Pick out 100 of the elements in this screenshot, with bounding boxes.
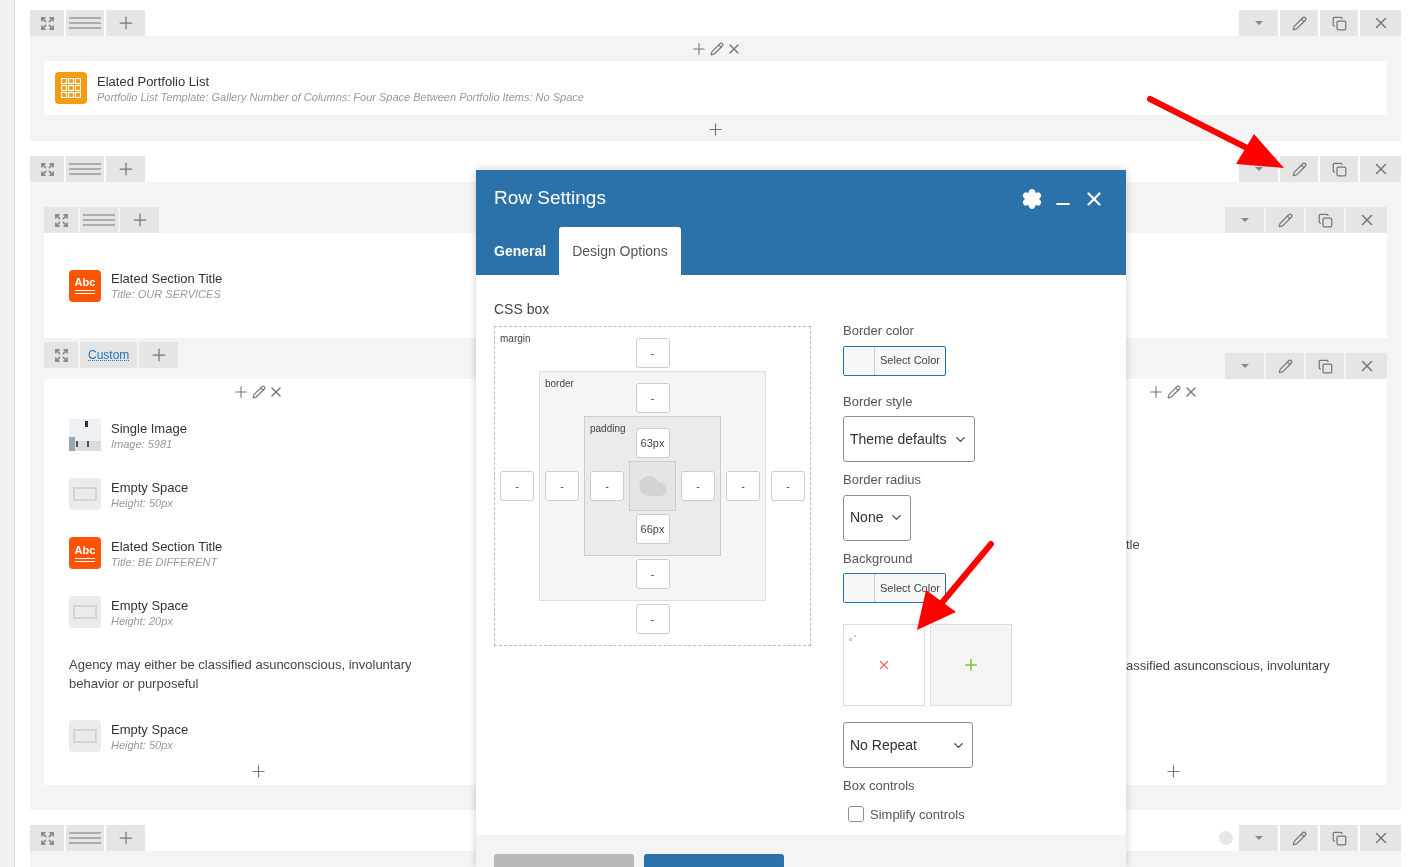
remove-icon[interactable] — [877, 658, 891, 672]
input-field[interactable]: - — [635, 338, 670, 368]
copy-icon — [1317, 358, 1333, 374]
field-label: Border color — [843, 322, 915, 340]
input-field[interactable]: 63px — [635, 428, 670, 458]
caret-icon — [1254, 836, 1263, 840]
expand-button[interactable] — [44, 342, 78, 368]
input-field[interactable]: - — [635, 559, 670, 589]
edit-button[interactable] — [1266, 207, 1304, 233]
add-button[interactable] — [120, 207, 159, 233]
element-subtitle: Title: OUR SERVICES — [111, 287, 222, 301]
copy-icon — [1331, 161, 1347, 177]
drag-button[interactable] — [66, 825, 104, 851]
expand-button[interactable] — [30, 10, 64, 36]
caret-icon — [1240, 364, 1249, 368]
add-icon[interactable] — [232, 383, 250, 401]
expand-button[interactable] — [30, 156, 64, 182]
caret-icon — [1240, 218, 1249, 222]
delete-button[interactable] — [1360, 10, 1401, 36]
settings-icon[interactable] — [1021, 187, 1043, 210]
edit-icon[interactable] — [1167, 385, 1181, 399]
add-button[interactable] — [139, 342, 179, 368]
delete-button[interactable] — [1346, 207, 1387, 233]
element-title: Elated Section Title — [111, 270, 223, 287]
element-title: Single Image — [111, 419, 187, 437]
drag-button[interactable] — [80, 207, 118, 233]
drag-handle-icon — [69, 17, 101, 29]
color-picker-button[interactable]: Select Color — [843, 573, 946, 603]
element-text: assified asunconscious, involuntary — [1126, 656, 1331, 675]
caret-icon — [1254, 21, 1263, 25]
element-subtitle: Height: 50px — [111, 495, 174, 510]
add-button[interactable] — [106, 825, 145, 851]
field-label: Border style — [843, 392, 914, 411]
title-badge-icon: Abc — [69, 269, 101, 302]
box-label: margin — [500, 332, 531, 346]
element-title: Elated Portfolio List — [97, 72, 210, 90]
select-dropdown[interactable]: None — [843, 494, 912, 541]
box-label: padding — [590, 422, 626, 436]
clone-button[interactable] — [1320, 10, 1358, 36]
add-icon[interactable] — [1147, 383, 1165, 401]
clone-button[interactable] — [1320, 156, 1358, 182]
add-icon[interactable] — [706, 120, 725, 139]
add-button[interactable] — [106, 156, 145, 182]
dots-icon — [849, 635, 857, 641]
copy-icon — [1331, 830, 1347, 846]
edit-button[interactable] — [1280, 825, 1318, 851]
drag-button[interactable] — [66, 156, 104, 182]
select-dropdown[interactable]: Theme defaults — [843, 416, 975, 462]
drag-handle-icon — [69, 832, 101, 844]
input-field[interactable]: - — [726, 471, 760, 501]
expand-button[interactable] — [30, 825, 64, 851]
color-picker-button[interactable]: Select Color — [843, 345, 946, 376]
pencil-icon — [1291, 15, 1307, 31]
input-field[interactable]: - — [681, 471, 715, 501]
copy-icon — [1331, 15, 1347, 31]
expand-icon — [53, 347, 69, 363]
section-heading: CSS box — [494, 300, 551, 319]
add-button[interactable] — [106, 10, 145, 36]
tab[interactable]: Design Options — [559, 227, 681, 275]
select-dropdown[interactable]: No Repeat — [843, 722, 973, 768]
edit-icon[interactable] — [709, 42, 724, 56]
expand-button[interactable] — [44, 207, 78, 233]
element-text: tle — [1126, 536, 1141, 554]
tab[interactable]: General — [494, 227, 560, 275]
input-field[interactable]: 66px — [635, 514, 670, 544]
element-subtitle: Height: 50px — [111, 737, 174, 752]
delete-button[interactable] — [1360, 156, 1401, 182]
drag-button[interactable] — [66, 10, 104, 36]
clone-button[interactable] — [1306, 353, 1344, 379]
edit-button[interactable] — [1280, 10, 1318, 36]
input-field[interactable]: - — [590, 471, 624, 501]
box-label: border — [545, 377, 574, 391]
clone-button[interactable] — [1320, 825, 1358, 851]
input-field[interactable]: - — [635, 604, 670, 634]
expand-icon — [39, 161, 55, 177]
element-title: Elated Section Title — [111, 537, 223, 555]
empty-space-icon — [69, 478, 101, 510]
image-tile[interactable] — [843, 624, 925, 706]
element-subtitle: Portfolio List Template: Gallery Number of Columns: Four Space Between Portfolio Items: No Space — [97, 89, 584, 104]
expand-icon — [39, 830, 55, 846]
layout-link[interactable]: Custom — [80, 342, 138, 368]
edit-button[interactable] — [1280, 156, 1318, 182]
description-text: Agency may either be classified asunconscious, involuntary behavior or purposeful — [69, 656, 413, 693]
expand-icon — [53, 212, 69, 228]
edit-button[interactable] — [1266, 353, 1304, 379]
clone-button[interactable] — [1306, 207, 1344, 233]
input-field[interactable]: - — [771, 471, 805, 501]
pencil-icon — [1291, 830, 1307, 846]
input-field[interactable]: - — [545, 471, 579, 501]
delete-button[interactable] — [1360, 825, 1401, 851]
field-label: Border radius — [843, 471, 923, 489]
input-field[interactable]: - — [635, 383, 670, 413]
input-field[interactable]: - — [500, 471, 534, 501]
delete-button[interactable] — [1346, 353, 1387, 379]
element-title: Empty Space — [111, 720, 189, 738]
checkbox[interactable] — [848, 806, 864, 823]
element-subtitle: Image: 5981 — [111, 436, 174, 451]
drag-handle-icon — [69, 163, 101, 175]
edit-icon[interactable] — [252, 385, 266, 399]
empty-space-icon — [69, 596, 101, 628]
